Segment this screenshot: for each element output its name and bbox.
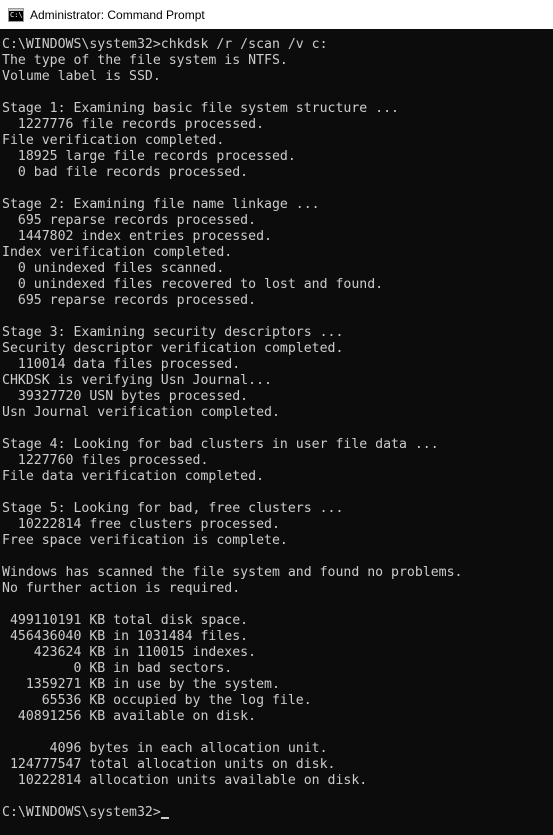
console-line: Free space verification is complete.	[2, 533, 288, 548]
console-line: 18925 large file records processed.	[2, 149, 296, 164]
console-line: 499110191 KB total disk space.	[2, 613, 249, 628]
console-line: Stage 2: Examining file name linkage ...	[2, 197, 320, 212]
console-line: 10222814 free clusters processed.	[2, 517, 280, 532]
console-line: The type of the file system is NTFS.	[2, 53, 288, 68]
console-line: 695 reparse records processed.	[2, 213, 257, 228]
console-line: 1227760 files processed.	[2, 453, 209, 468]
console-line: 65536 KB occupied by the log file.	[2, 693, 312, 708]
console-line: Stage 5: Looking for bad, free clusters …	[2, 501, 344, 516]
console-line: C:\WINDOWS\system32>chkdsk /r /scan /v c…	[2, 37, 328, 52]
console-line: 0 unindexed files scanned.	[2, 261, 225, 276]
console-line: 423624 KB in 110015 indexes.	[2, 645, 257, 660]
console-line: File data verification completed.	[2, 469, 265, 484]
console-line: 1227776 file records processed.	[2, 117, 265, 132]
console-line: 39327720 USN bytes processed.	[2, 389, 249, 404]
console-line: 456436040 KB in 1031484 files.	[2, 629, 249, 644]
console-line: 0 KB in bad sectors.	[2, 661, 233, 676]
text-cursor	[160, 817, 169, 819]
console-line: 0 unindexed files recovered to lost and …	[2, 277, 384, 292]
console-line: File verification completed.	[2, 133, 225, 148]
console-line: CHKDSK is verifying Usn Journal...	[2, 373, 272, 388]
command-prompt-path: C:\WINDOWS\system32>	[2, 805, 161, 820]
title-bar[interactable]: C:\ Administrator: Command Prompt	[0, 0, 553, 29]
console-line: 110014 data files processed.	[2, 357, 241, 372]
window-title: Administrator: Command Prompt	[30, 7, 205, 22]
command-prompt-icon-glyph: C:\	[10, 10, 23, 19]
console-output[interactable]: C:\WINDOWS\system32>chkdsk /r /scan /v c…	[2, 37, 553, 835]
console-line: Usn Journal verification completed.	[2, 405, 280, 420]
console-line: 0 bad file records processed.	[2, 165, 249, 180]
console-line: Volume label is SSD.	[2, 69, 161, 84]
console-line: No further action is required.	[2, 581, 241, 596]
console-line: 10222814 allocation units available on d…	[2, 773, 368, 788]
console-line: Security descriptor verification complet…	[2, 341, 344, 356]
command-input-line[interactable]: C:\WINDOWS\system32>	[2, 805, 553, 821]
console-line: 695 reparse records processed.	[2, 293, 257, 308]
command-prompt-window[interactable]: C:\ Administrator: Command Prompt C:\WIN…	[0, 0, 553, 835]
console-line: Stage 4: Looking for bad clusters in use…	[2, 437, 439, 452]
console-line: 4096 bytes in each allocation unit.	[2, 741, 328, 756]
console-line: Windows has scanned the file system and …	[2, 565, 463, 580]
console-line: 1447802 index entries processed.	[2, 229, 272, 244]
console-line: Stage 1: Examining basic file system str…	[2, 101, 399, 116]
console-line: 1359271 KB in use by the system.	[2, 677, 280, 692]
console-line: 124777547 total allocation units on disk…	[2, 757, 336, 772]
console-line: 40891256 KB available on disk.	[2, 709, 257, 724]
console-line: Stage 3: Examining security descriptors …	[2, 325, 344, 340]
command-prompt-icon: C:\	[8, 7, 24, 22]
console-line: Index verification completed.	[2, 245, 233, 260]
